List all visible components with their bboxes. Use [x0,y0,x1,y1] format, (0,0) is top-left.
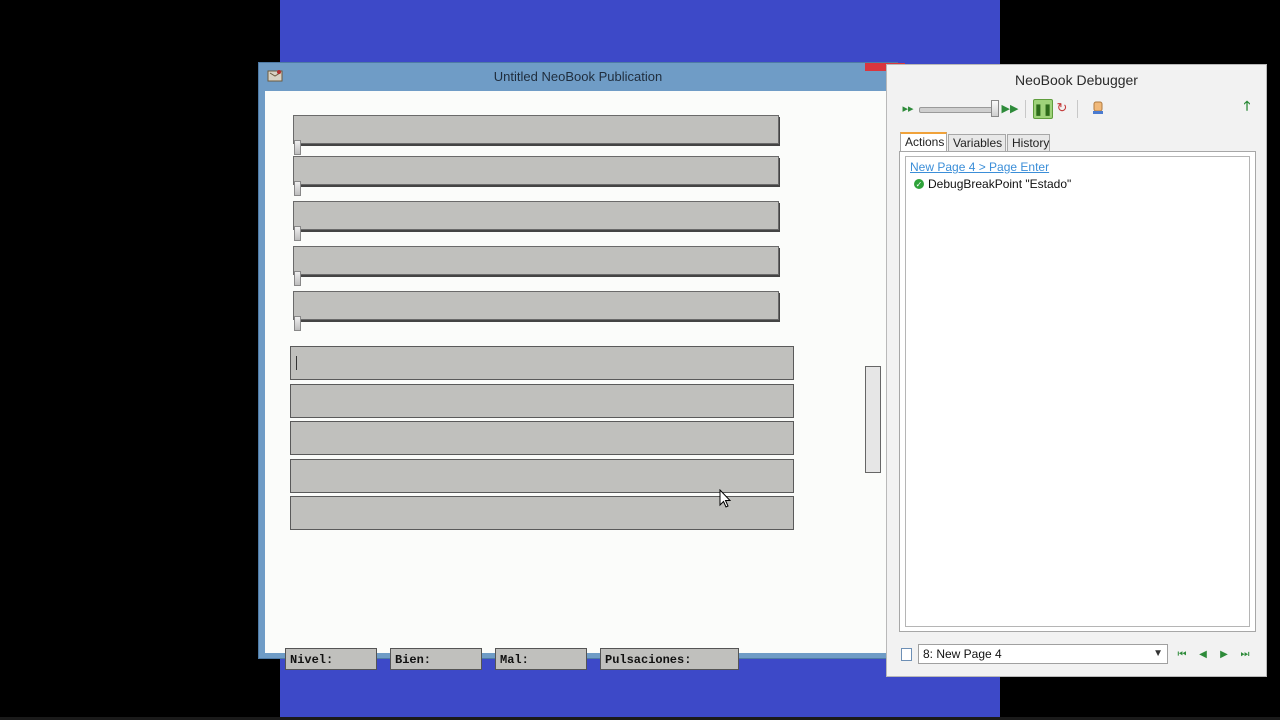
page-nav-bar: 8: New Page 4 ▼ ⏮ ◀ ▶ ⏭ [887,643,1266,667]
mouse-pointer-icon [719,489,732,508]
pause-icon[interactable]: ❚❚ [1033,99,1053,119]
speed-slider-track[interactable] [919,107,999,113]
action-label: DebugBreakPoint "Estado" [928,177,1072,191]
last-page-icon[interactable]: ⏭ [1238,647,1252,661]
neobook-window: Untitled NeoBook Publication Nivel: Bien… [258,62,905,670]
actions-list: New Page 4 > Page Enter ✓ DebugBreakPoin… [905,156,1250,627]
toolbar-separator [1025,100,1026,118]
hand-stop-icon[interactable] [1089,99,1107,117]
check-icon: ✓ [914,179,924,189]
slider-thumb-3[interactable] [294,226,301,241]
fast-speed-icon[interactable]: ▶▶ [1001,99,1019,117]
slider-thumb-4[interactable] [294,271,301,286]
window-title: Untitled NeoBook Publication [493,69,663,84]
slider-thumb-5[interactable] [294,316,301,331]
first-page-icon[interactable]: ⏮ [1175,647,1189,661]
page-icon [901,648,912,661]
text-input-4[interactable] [290,459,794,493]
screen: Untitled NeoBook Publication Nivel: Bien… [0,0,1280,720]
debugger-title: NeoBook Debugger [1015,72,1138,88]
arrow-up-icon[interactable]: 🡑 [1238,98,1256,117]
tab-history[interactable]: History [1007,134,1050,151]
status-mal: Mal: [495,648,587,670]
page-select-value: 8: New Page 4 [923,647,1002,661]
slow-speed-icon[interactable]: ▸▸ [899,99,917,117]
text-input-3[interactable] [290,421,794,455]
page-select[interactable]: 8: New Page 4 ▼ [918,644,1168,664]
status-bien: Bien: [390,648,482,670]
slider-thumb-1[interactable] [294,140,301,155]
chevron-down-icon: ▼ [1153,648,1163,659]
text-input-2[interactable] [290,384,794,418]
status-nivel: Nivel: [285,648,377,670]
tab-actions[interactable]: Actions [900,132,947,152]
next-page-icon[interactable]: ▶ [1217,647,1231,661]
publication-page: Nivel: Bien: Mal: Pulsaciones: [265,91,889,670]
status-pulsaciones: Pulsaciones: [600,648,739,670]
slider-track-4[interactable] [293,246,779,275]
event-link[interactable]: New Page 4 > Page Enter [910,160,1049,174]
text-input-1[interactable] [290,346,794,380]
prev-page-icon[interactable]: ◀ [1196,647,1210,661]
speed-slider-thumb[interactable] [991,100,999,117]
slider-track-3[interactable] [293,201,779,230]
list-item[interactable]: ✓ DebugBreakPoint "Estado" [914,177,1071,191]
tab-variables[interactable]: Variables [948,134,1006,151]
vertical-scrollbar[interactable] [865,366,881,473]
slider-track-1[interactable] [293,115,779,144]
toolbar-separator [1077,100,1078,118]
slider-track-5[interactable] [293,291,779,320]
debugger-window: NeoBook Debugger ▸▸ ▶▶ ❚❚ ↻ 🡑 Actions Va… [886,64,1267,677]
text-caret [296,356,297,370]
step-over-icon[interactable]: ↻ [1053,99,1071,117]
debugger-toolbar: ▸▸ ▶▶ ❚❚ ↻ 🡑 [893,97,1259,121]
actions-panel: New Page 4 > Page Enter ✓ DebugBreakPoin… [899,151,1256,632]
slider-thumb-2[interactable] [294,181,301,196]
slider-track-2[interactable] [293,156,779,185]
neobook-titlebar[interactable]: Untitled NeoBook Publication [259,63,905,91]
